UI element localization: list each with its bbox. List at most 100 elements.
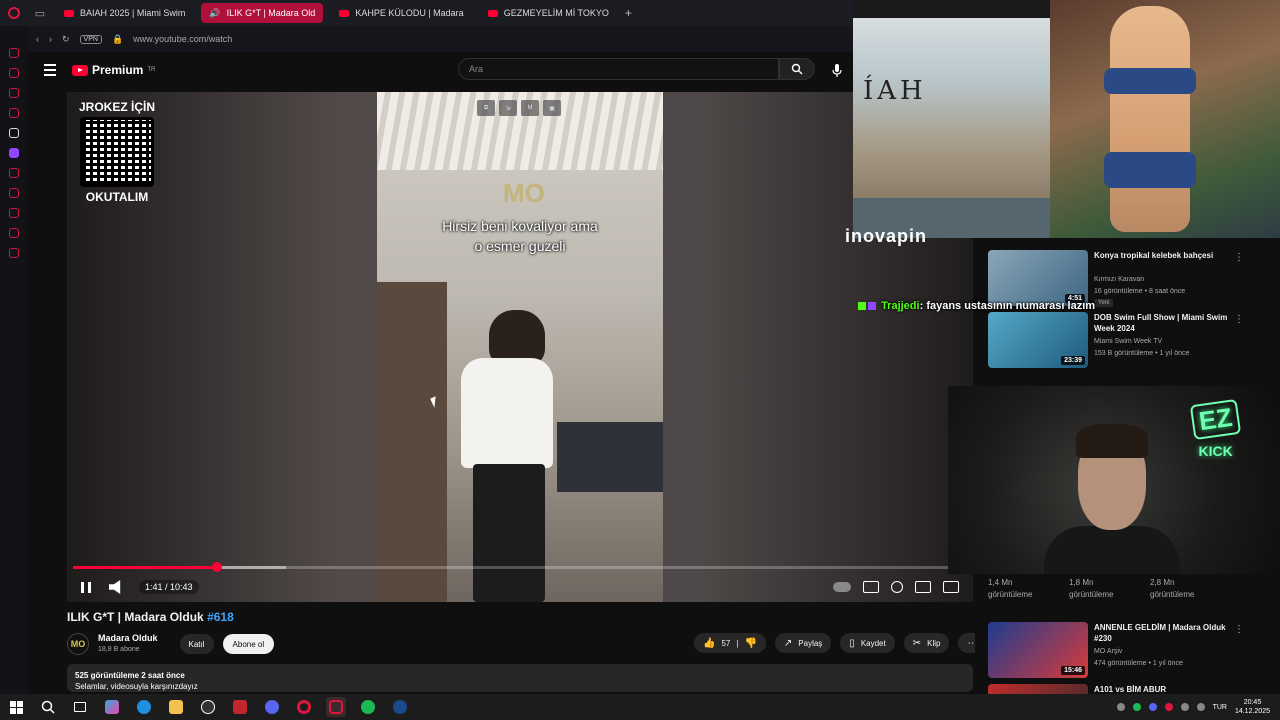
tray-spotify-icon[interactable] bbox=[1132, 703, 1141, 711]
rec-title[interactable]: A101 vs BİM ABUR bbox=[1094, 684, 1236, 694]
share-button[interactable]: ↗ Paylaş bbox=[774, 633, 832, 653]
sidebar-chat-icon[interactable] bbox=[9, 88, 19, 98]
pause-icon[interactable] bbox=[81, 581, 91, 593]
channel-avatar[interactable]: MO bbox=[67, 633, 89, 655]
tab-label: BAIAH 2025 | Miami Swim bbox=[80, 8, 186, 18]
sidebar-history-icon[interactable] bbox=[9, 228, 19, 238]
sidebar-settings-icon[interactable] bbox=[9, 248, 19, 258]
channel-info: Madara Olduk 18,8 B abone bbox=[98, 633, 158, 655]
opera-gx-icon[interactable] bbox=[326, 697, 346, 717]
clip-button[interactable]: ✂ Klip bbox=[903, 633, 950, 653]
opera-logo-icon[interactable] bbox=[0, 0, 28, 26]
subscribe-button[interactable]: Abone ol bbox=[222, 634, 275, 654]
search-input[interactable]: Ara bbox=[458, 58, 779, 80]
back-icon[interactable]: ‹ bbox=[36, 34, 39, 44]
rec-thumbnail[interactable] bbox=[988, 684, 1088, 694]
sidebar-bookmark-icon[interactable] bbox=[9, 188, 19, 198]
vpn-badge[interactable]: VPN bbox=[79, 34, 102, 44]
m-icon[interactable]: M bbox=[521, 100, 539, 116]
rec-menu-icon[interactable]: ⋮ bbox=[1234, 314, 1244, 325]
hashtag-link[interactable]: #618 bbox=[207, 610, 234, 624]
qr-title: JROKEZ İÇİN bbox=[78, 100, 155, 114]
box-icon[interactable]: ▣ bbox=[543, 100, 561, 116]
youtube-tab-icon bbox=[64, 9, 74, 17]
channel-name[interactable]: Madara Olduk bbox=[98, 633, 158, 644]
rec-menu-icon[interactable]: ⋮ bbox=[1234, 252, 1244, 263]
sidebar-bag-icon[interactable] bbox=[9, 68, 19, 78]
settings-gear-icon[interactable] bbox=[891, 581, 903, 593]
tab-kahpe[interactable]: KAHPE KÜLODU | Madara bbox=[331, 3, 471, 23]
spotify-icon[interactable] bbox=[358, 697, 378, 717]
rec-title[interactable]: DOB Swim Full Show | Miami Swim Week 202… bbox=[1094, 312, 1236, 334]
fullscreen-icon[interactable] bbox=[943, 581, 959, 593]
hamburger-menu-icon[interactable] bbox=[28, 64, 64, 76]
progress-played bbox=[73, 566, 217, 569]
rec-thumbnail[interactable]: 23:39 bbox=[988, 312, 1088, 368]
obs-icon[interactable] bbox=[198, 697, 218, 717]
forward-icon[interactable]: › bbox=[49, 34, 52, 44]
subtitles-icon[interactable] bbox=[863, 581, 879, 593]
microphone-icon[interactable] bbox=[828, 61, 846, 79]
tray-network-icon[interactable] bbox=[1180, 703, 1189, 711]
sidebar-music-icon[interactable] bbox=[9, 168, 19, 178]
tray-volume-icon[interactable] bbox=[1196, 703, 1205, 711]
sidebar-mail-icon[interactable] bbox=[9, 108, 19, 118]
rec-item[interactable]: 4:51 Konya tropikal kelebek bahçesi Kırm… bbox=[988, 250, 1268, 307]
rec-thumbnail[interactable]: 4:51 bbox=[988, 250, 1088, 306]
progress-bar[interactable] bbox=[73, 562, 967, 572]
edge-icon[interactable] bbox=[134, 697, 154, 717]
tab-ilik-active[interactable]: 🔊 ILIK G*T | Madara Old bbox=[201, 3, 324, 23]
rec-item[interactable]: 23:39 DOB Swim Full Show | Miami Swim We… bbox=[988, 312, 1268, 368]
clock[interactable]: 20:45 14.12.2025 bbox=[1235, 698, 1270, 716]
video-player[interactable]: JROKEZ İÇİN OKUTALIM MO Hirsiz beni kova… bbox=[67, 92, 973, 602]
copilot-icon[interactable] bbox=[102, 697, 122, 717]
rec-thumbnail[interactable]: 15:46 bbox=[988, 622, 1088, 678]
progress-scrubber[interactable] bbox=[211, 562, 222, 572]
copy-icon[interactable]: ⧉ bbox=[477, 100, 495, 116]
theater-mode-icon[interactable] bbox=[915, 581, 931, 593]
description-box[interactable]: 525 görüntüleme 2 saat önce Selamlar, vi… bbox=[67, 664, 973, 692]
views-cell[interactable]: 2,8 Mn görüntüleme bbox=[1150, 577, 1194, 601]
tray-opera-icon[interactable] bbox=[1164, 703, 1173, 711]
reload-icon[interactable]: ↻ bbox=[62, 34, 70, 45]
rec-item[interactable]: 15:46 ANNENLE GELDİM | Madara Olduk #230… bbox=[988, 622, 1268, 678]
new-tab-icon[interactable]: + bbox=[625, 6, 632, 20]
thumbs-down-icon[interactable]: 👎 bbox=[744, 638, 756, 649]
bed-image bbox=[557, 422, 663, 492]
open-icon[interactable]: ⇲ bbox=[499, 100, 517, 116]
file-explorer-icon[interactable] bbox=[166, 697, 186, 717]
tab-baiah[interactable]: BAIAH 2025 | Miami Swim bbox=[56, 3, 193, 23]
sidebar-pin-icon[interactable] bbox=[9, 128, 19, 138]
like-button[interactable]: 👍 57 | 👎 bbox=[694, 633, 766, 653]
rec-duration: 23:39 bbox=[1061, 356, 1085, 365]
voicemod-icon[interactable] bbox=[230, 697, 250, 717]
language-indicator[interactable]: TUR bbox=[1213, 704, 1227, 711]
rec-title[interactable]: Konya tropikal kelebek bahçesi bbox=[1094, 250, 1236, 261]
windows-start-icon[interactable] bbox=[6, 697, 26, 717]
tray-app-icon[interactable] bbox=[1116, 703, 1125, 711]
search-button[interactable] bbox=[779, 58, 815, 80]
rec-menu-icon[interactable]: ⋮ bbox=[1234, 624, 1244, 635]
autoplay-toggle[interactable] bbox=[833, 582, 851, 592]
url-field[interactable]: www.youtube.com/watch bbox=[133, 34, 232, 44]
discord-icon[interactable] bbox=[262, 697, 282, 717]
join-button[interactable]: Katıl bbox=[179, 634, 214, 654]
steam-icon[interactable] bbox=[390, 697, 410, 717]
tab-manager-icon[interactable]: ▭ bbox=[28, 0, 52, 26]
opera-icon[interactable] bbox=[294, 697, 314, 717]
youtube-logo[interactable]: Premium TR bbox=[72, 63, 155, 77]
search-icon[interactable] bbox=[38, 697, 58, 717]
views-cell[interactable]: 1,8 Mn görüntüleme bbox=[1069, 577, 1113, 601]
volume-icon[interactable] bbox=[109, 580, 121, 594]
rec-title[interactable]: ANNENLE GELDİM | Madara Olduk #230 bbox=[1094, 622, 1236, 644]
rec-meta: 474 görüntüleme • 1 yıl önce bbox=[1094, 660, 1183, 667]
save-button[interactable]: ▯ Kaydet bbox=[840, 633, 895, 653]
tray-discord-icon[interactable] bbox=[1148, 703, 1157, 711]
sidebar-aria-icon[interactable] bbox=[9, 48, 19, 58]
rec-item[interactable]: A101 vs BİM ABUR bbox=[988, 684, 1268, 694]
task-view-icon[interactable] bbox=[70, 697, 90, 717]
views-cell[interactable]: 1,4 Mn görüntüleme bbox=[988, 577, 1032, 601]
sidebar-clock-icon[interactable] bbox=[9, 208, 19, 218]
tab-gezmeyelim[interactable]: GEZMEYELİM Mİ TOKYO bbox=[480, 3, 617, 23]
sidebar-twitch-icon[interactable] bbox=[9, 148, 19, 158]
